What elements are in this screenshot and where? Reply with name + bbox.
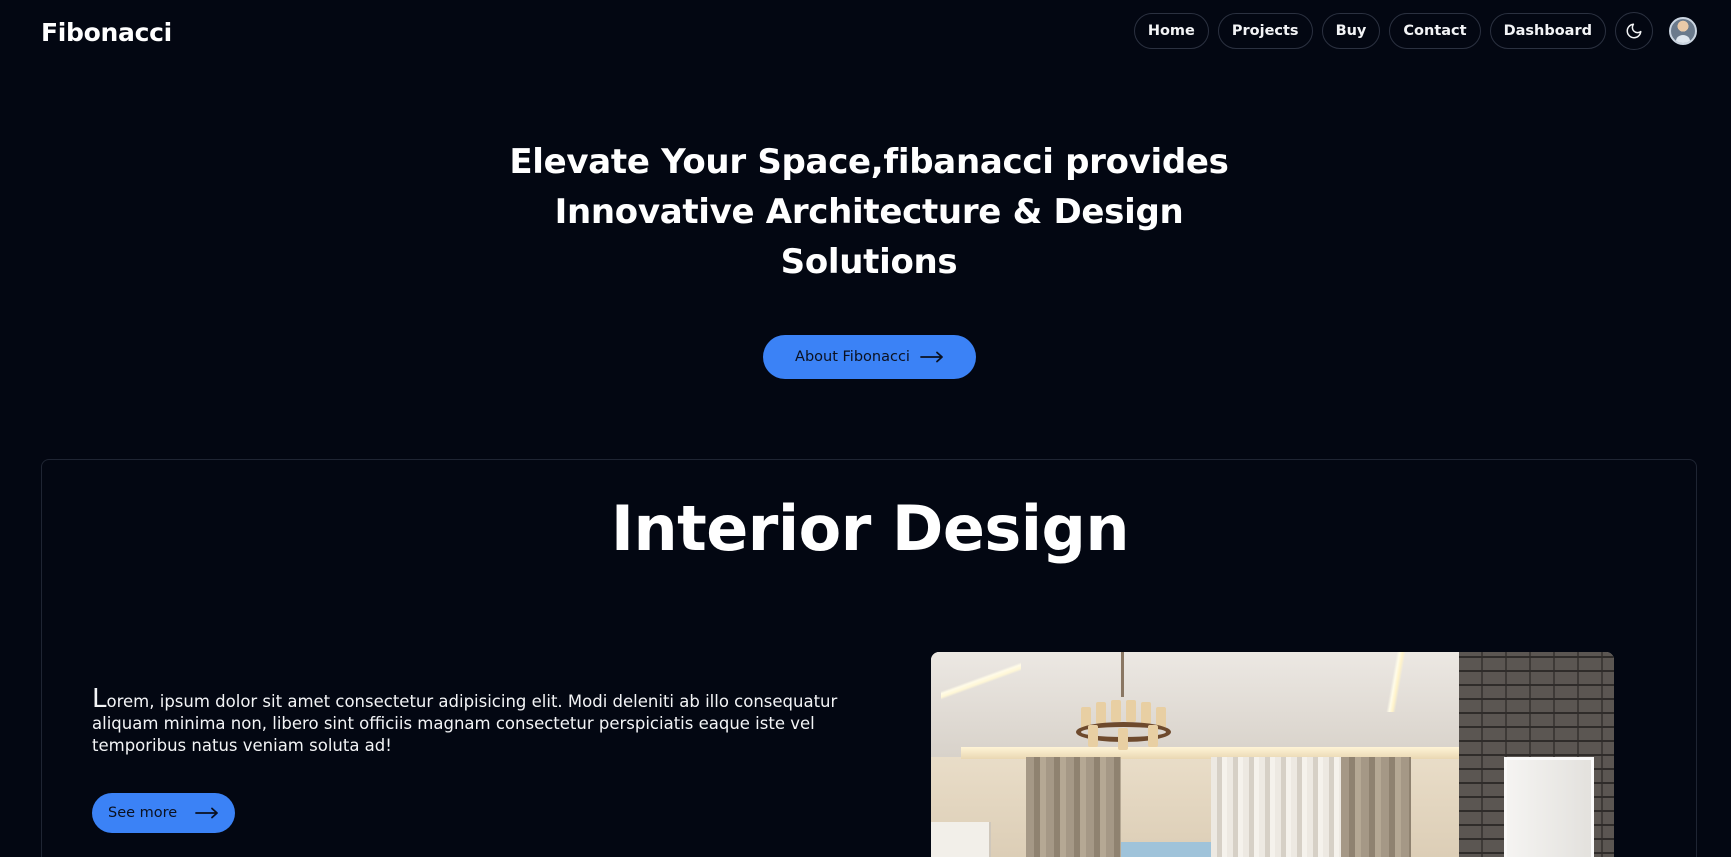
section-title: Interior Design — [610, 492, 1130, 565]
about-button-label: About Fibonacci — [795, 349, 910, 365]
see-more-button[interactable]: See more — [92, 793, 235, 833]
nav-contact[interactable]: Contact — [1389, 13, 1481, 49]
hero-title-line-1: Elevate Your Space,fibanacci provides — [509, 142, 1229, 182]
interior-design-card: Interior Design Lorem, ipsum dolor sit a… — [41, 459, 1697, 857]
nav-buy[interactable]: Buy — [1321, 13, 1381, 49]
main-nav: Home Projects Buy Contact Dashboard — [1133, 12, 1697, 50]
nav-projects[interactable]: Projects — [1217, 13, 1313, 49]
nav-dashboard[interactable]: Dashboard — [1489, 13, 1606, 49]
nav-home[interactable]: Home — [1133, 13, 1209, 49]
arrow-right-icon — [195, 807, 218, 819]
chandelier — [1076, 692, 1171, 750]
theme-toggle-button[interactable] — [1615, 12, 1653, 50]
about-fibonacci-button[interactable]: About Fibonacci — [763, 335, 976, 379]
hero-title-line-3: Solutions — [780, 242, 958, 282]
drop-cap: L — [92, 684, 107, 714]
interior-room-image — [931, 652, 1614, 857]
moon-icon — [1626, 23, 1642, 39]
see-more-label: See more — [108, 805, 178, 821]
section-body-text: orem, ipsum dolor sit amet consectetur a… — [92, 692, 838, 755]
user-avatar[interactable] — [1669, 17, 1697, 45]
section-description: Lorem, ipsum dolor sit amet consectetur … — [92, 686, 842, 757]
hero-title: Elevate Your Space,fibanacci provides In… — [0, 137, 1731, 287]
hero-title-line-2: Innovative Architecture & Design — [554, 192, 1184, 232]
arrow-right-icon — [920, 351, 943, 363]
page: Fibonacci Home Projects Buy Contact Dash… — [0, 0, 1731, 857]
brand-logo[interactable]: Fibonacci — [41, 18, 172, 47]
top-header: Fibonacci Home Projects Buy Contact Dash… — [0, 0, 1731, 66]
